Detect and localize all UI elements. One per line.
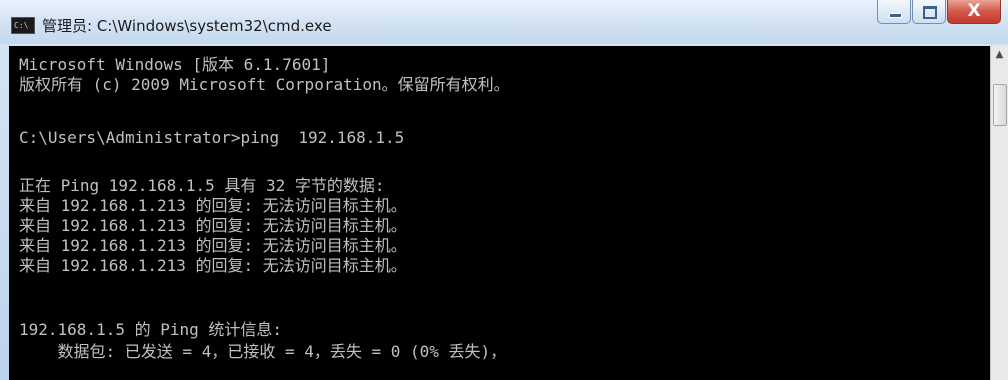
maximize-icon	[923, 6, 937, 19]
scroll-up-icon[interactable]: ▲	[991, 46, 1008, 64]
window-title: 管理员: C:\Windows\system32\cmd.exe	[42, 17, 332, 35]
maximize-button[interactable]	[912, 0, 946, 24]
console-line: 来自 192.168.1.213 的回复: 无法访问目标主机。	[19, 196, 407, 215]
vertical-scrollbar[interactable]: ▲	[990, 46, 1008, 380]
minimize-button[interactable]	[877, 0, 911, 24]
console-line: 来自 192.168.1.213 的回复: 无法访问目标主机。	[19, 216, 407, 235]
scroll-thumb[interactable]	[993, 84, 1007, 126]
console-line: 192.168.1.5 的 Ping 统计信息:	[19, 320, 283, 339]
cmd-window: C:\ 管理员: C:\Windows\system32\cmd.exe X M…	[0, 0, 1008, 380]
console-line: 数据包: 已发送 = 4，已接收 = 4，丢失 = 0 (0% 丢失)，	[19, 342, 507, 361]
console-output[interactable]: Microsoft Windows [版本 6.1.7601] 版权所有 (c)…	[9, 46, 990, 380]
title-bar[interactable]: C:\ 管理员: C:\Windows\system32\cmd.exe X	[0, 0, 1008, 44]
window-controls: X	[877, 0, 1002, 30]
minimize-icon	[889, 13, 902, 18]
console-line: 来自 192.168.1.213 的回复: 无法访问目标主机。	[19, 236, 407, 255]
console-line: 来自 192.168.1.213 的回复: 无法访问目标主机。	[19, 256, 407, 275]
close-icon: X	[967, 1, 981, 21]
cmd-icon[interactable]: C:\	[11, 17, 35, 34]
console-line: Microsoft Windows [版本 6.1.7601]	[19, 55, 331, 74]
close-button[interactable]: X	[947, 0, 1001, 24]
console-line: 版权所有 (c) 2009 Microsoft Corporation。保留所有…	[19, 75, 510, 94]
console-line: 正在 Ping 192.168.1.5 具有 32 字节的数据:	[19, 176, 385, 195]
console-prompt-line: C:\Users\Administrator>ping 192.168.1.5	[19, 128, 405, 147]
